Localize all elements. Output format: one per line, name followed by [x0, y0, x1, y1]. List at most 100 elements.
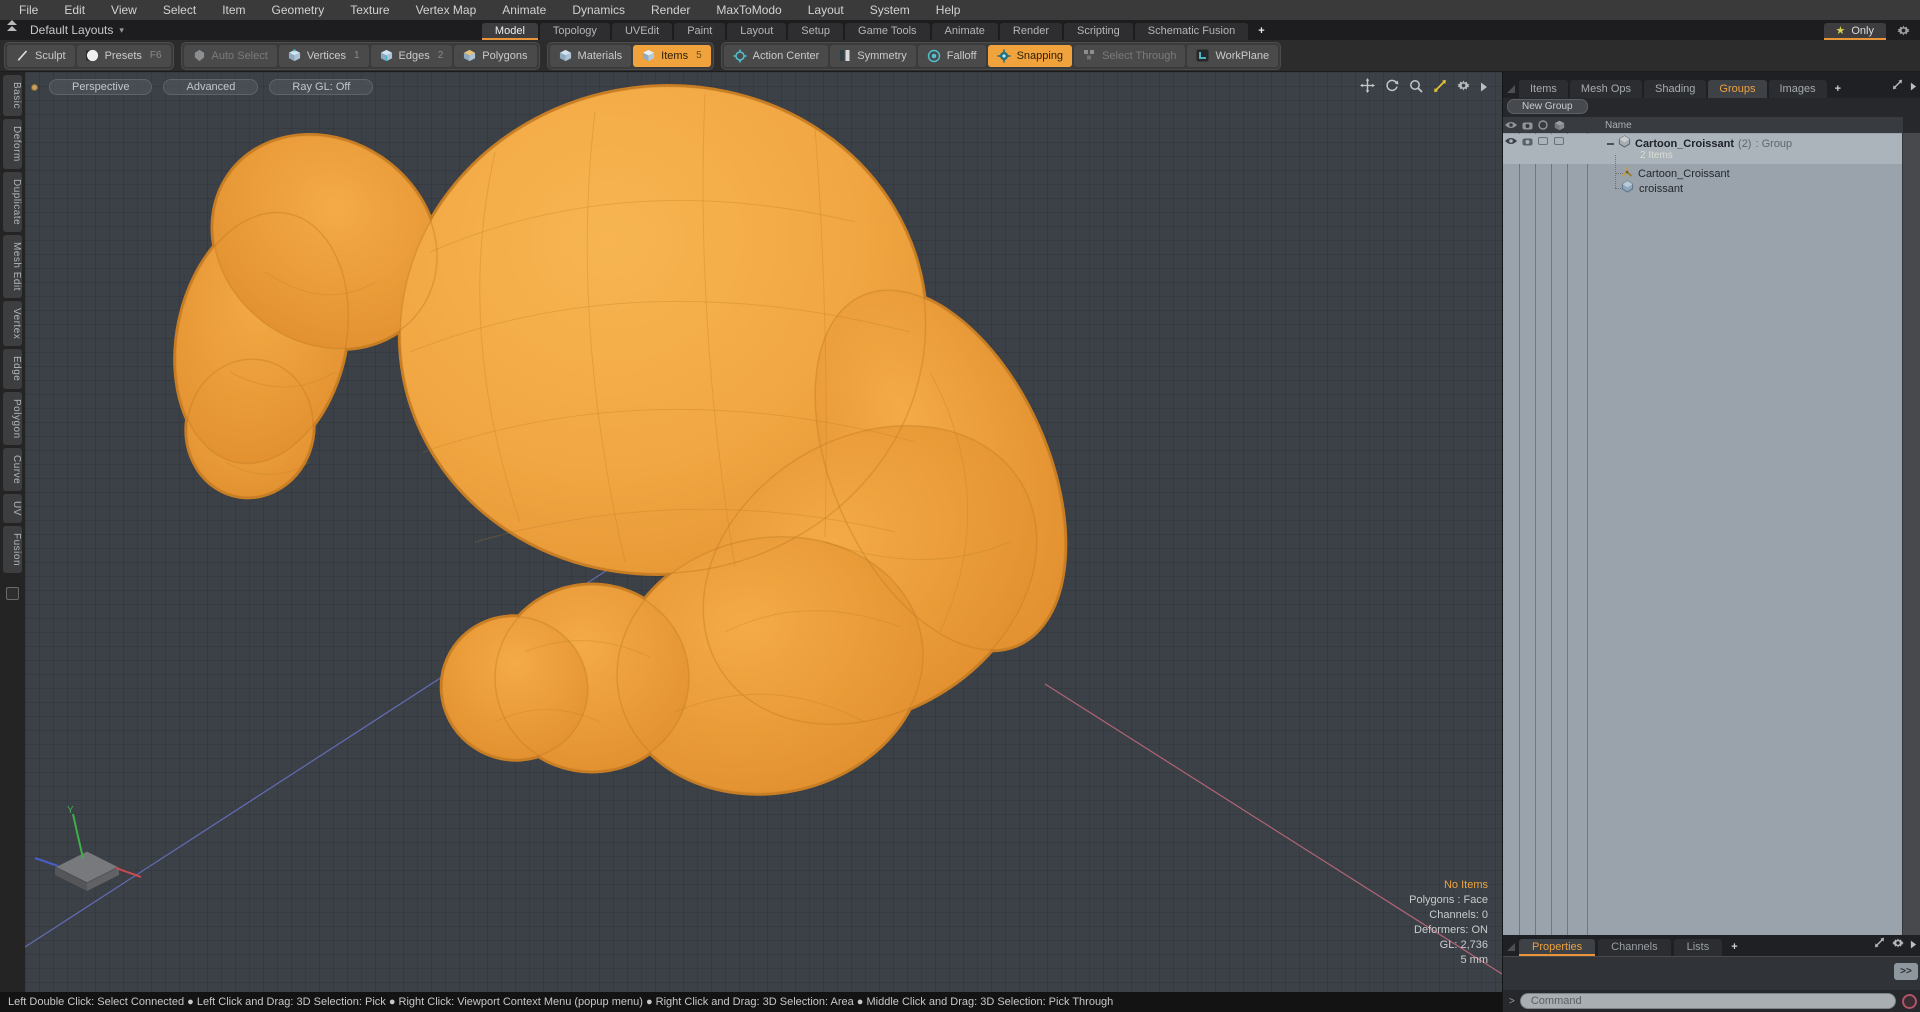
- tab-images[interactable]: Images: [1768, 80, 1827, 98]
- group-row-cartoon-croissant[interactable]: Cartoon_Croissant (2) : Group 2 Items: [1503, 134, 1903, 164]
- left-tab-uv[interactable]: UV: [3, 494, 22, 524]
- menu-item-view[interactable]: View: [98, 3, 150, 17]
- viewport-3d[interactable]: Y Perspective Advanced Ray GL: Off No It…: [25, 72, 1502, 992]
- menu-item-animate[interactable]: Animate: [489, 3, 559, 17]
- row-render-icon[interactable]: [1519, 137, 1535, 146]
- only-layout-toggle[interactable]: ★ Only: [1823, 23, 1886, 40]
- left-tab-basic[interactable]: Basic: [3, 75, 22, 116]
- tab-groups[interactable]: Groups: [1708, 80, 1767, 98]
- menu-item-select[interactable]: Select: [150, 3, 209, 17]
- menu-item-dynamics[interactable]: Dynamics: [559, 3, 638, 17]
- layout-tab-scripting[interactable]: Scripting: [1063, 23, 1133, 40]
- vertices-mode-button[interactable]: Vertices 1: [278, 44, 369, 67]
- add-panel-tab-button[interactable]: +: [1829, 80, 1847, 98]
- expand-properties-button[interactable]: >>: [1894, 963, 1918, 980]
- layout-tab-layout[interactable]: Layout: [727, 23, 787, 40]
- zoom-icon[interactable]: [1409, 79, 1423, 98]
- select-through-button[interactable]: Select Through: [1074, 44, 1186, 67]
- viewport-3d-canvas[interactable]: Y: [25, 72, 1502, 992]
- layout-tab-schematic-fusion[interactable]: Schematic Fusion: [1134, 23, 1249, 40]
- layout-tab-game-tools[interactable]: Game Tools: [845, 23, 930, 40]
- layout-tab-setup[interactable]: Setup: [788, 23, 844, 40]
- left-tab-edge[interactable]: Edge: [3, 349, 22, 389]
- add-layout-tab-button[interactable]: +: [1250, 23, 1272, 40]
- row-visibility-eye-icon[interactable]: [1503, 137, 1519, 146]
- layout-tab-render[interactable]: Render: [999, 23, 1062, 40]
- menu-item-texture[interactable]: Texture: [337, 3, 402, 17]
- panel-corner-icon[interactable]: [1507, 938, 1515, 956]
- add-properties-tab-button[interactable]: +: [1725, 939, 1743, 956]
- left-tab-curve[interactable]: Curve: [3, 448, 22, 492]
- left-tab-fusion[interactable]: Fusion: [3, 526, 22, 574]
- presets-button[interactable]: Presets F6: [76, 44, 171, 67]
- left-tab-vertex[interactable]: Vertex: [3, 300, 22, 347]
- sculpt-button[interactable]: Sculpt: [7, 44, 75, 67]
- panel-corner-icon[interactable]: [1507, 80, 1515, 98]
- menu-item-edit[interactable]: Edit: [51, 3, 98, 17]
- menu-item-layout[interactable]: Layout: [795, 3, 857, 17]
- panel-menu-arrow-icon[interactable]: [1910, 78, 1917, 96]
- command-input[interactable]: [1519, 993, 1896, 1009]
- expand-panel-icon[interactable]: [1873, 936, 1886, 954]
- row-checkbox-1[interactable]: [1535, 137, 1551, 146]
- croissant-model[interactable]: [152, 72, 1117, 822]
- symmetry-button[interactable]: Symmetry: [830, 44, 916, 67]
- polygons-mode-button[interactable]: Polygons: [454, 44, 537, 67]
- menu-item-system[interactable]: System: [857, 3, 923, 17]
- new-group-button[interactable]: New Group: [1507, 99, 1588, 114]
- row-checkbox-2[interactable]: [1551, 137, 1567, 146]
- tab-properties[interactable]: Properties: [1519, 939, 1596, 956]
- tab-lists[interactable]: Lists: [1673, 939, 1723, 956]
- menu-item-geometry[interactable]: Geometry: [259, 3, 338, 17]
- menu-item-maxtomodo[interactable]: MaxToModo: [703, 3, 794, 17]
- action-center-button[interactable]: Action Center: [723, 44, 829, 67]
- visibility-column-eye-icon[interactable]: [1503, 121, 1519, 129]
- macro-record-button[interactable]: [1902, 993, 1917, 1009]
- maximize-icon[interactable]: [1433, 79, 1447, 98]
- materials-mode-button[interactable]: Materials: [549, 44, 632, 67]
- pan-icon[interactable]: [1360, 78, 1375, 98]
- tab-items[interactable]: Items: [1519, 80, 1568, 98]
- left-tab-deform[interactable]: Deform: [3, 118, 22, 169]
- menu-item-file[interactable]: File: [6, 3, 51, 17]
- item-row-cartoon-croissant[interactable]: Cartoon_Croissant: [1621, 166, 1730, 181]
- left-tab-duplicate[interactable]: Duplicate: [3, 171, 22, 232]
- layout-tab-model[interactable]: Model: [481, 23, 538, 40]
- layout-tab-animate[interactable]: Animate: [931, 23, 998, 40]
- group-tree-list[interactable]: Cartoon_Croissant (2) : Group 2 Items Ca…: [1503, 133, 1903, 935]
- render-column-icon[interactable]: [1519, 121, 1535, 130]
- panel-scroll-gutter[interactable]: [1902, 133, 1920, 935]
- expand-panel-icon[interactable]: [1891, 78, 1904, 96]
- menu-item-help[interactable]: Help: [923, 3, 974, 17]
- gear-icon[interactable]: [1457, 79, 1470, 97]
- viewport-menu-arrow-icon[interactable]: [1480, 79, 1488, 97]
- viewport-shading-button[interactable]: Advanced: [163, 79, 259, 95]
- tab-shading[interactable]: Shading: [1644, 80, 1707, 98]
- falloff-button[interactable]: Falloff: [917, 44, 986, 67]
- items-mode-button[interactable]: Items 5: [633, 44, 711, 67]
- workplane-button[interactable]: WorkPlane: [1187, 44, 1279, 67]
- left-tab-polygon[interactable]: Polygon: [3, 391, 22, 446]
- snapping-button[interactable]: Snapping: [987, 44, 1073, 67]
- layout-tab-uvedit[interactable]: UVEdit: [611, 23, 673, 40]
- group-expander[interactable]: [1607, 143, 1614, 145]
- tab-mesh-ops[interactable]: Mesh Ops: [1569, 80, 1643, 98]
- viewport-thumb-dot-icon[interactable]: [31, 83, 38, 91]
- item-row-croissant[interactable]: croissant: [1621, 179, 1683, 196]
- viewport-projection-button[interactable]: Perspective: [49, 79, 153, 95]
- default-layouts-dropdown[interactable]: Default Layouts ▾: [24, 23, 130, 40]
- menu-item-render[interactable]: Render: [638, 3, 703, 17]
- viewport-raygl-button[interactable]: Ray GL: Off: [269, 79, 374, 95]
- gear-icon[interactable]: [1892, 936, 1904, 954]
- palette-toggle-icon[interactable]: [6, 587, 19, 601]
- layout-tab-topology[interactable]: Topology: [539, 23, 610, 40]
- tab-channels[interactable]: Channels: [1598, 939, 1671, 956]
- menu-item-item[interactable]: Item: [209, 3, 258, 17]
- left-tab-mesh-edit[interactable]: Mesh Edit: [3, 234, 22, 298]
- collapse-ui-icon[interactable]: [0, 19, 24, 40]
- command-history-arrow-icon[interactable]: >: [1503, 996, 1520, 1007]
- layout-tab-paint[interactable]: Paint: [674, 23, 726, 40]
- auto-select-button[interactable]: Auto Select: [183, 44, 277, 67]
- panel-menu-arrow-icon[interactable]: [1910, 936, 1917, 954]
- filter-column-cube-icon[interactable]: [1551, 120, 1567, 131]
